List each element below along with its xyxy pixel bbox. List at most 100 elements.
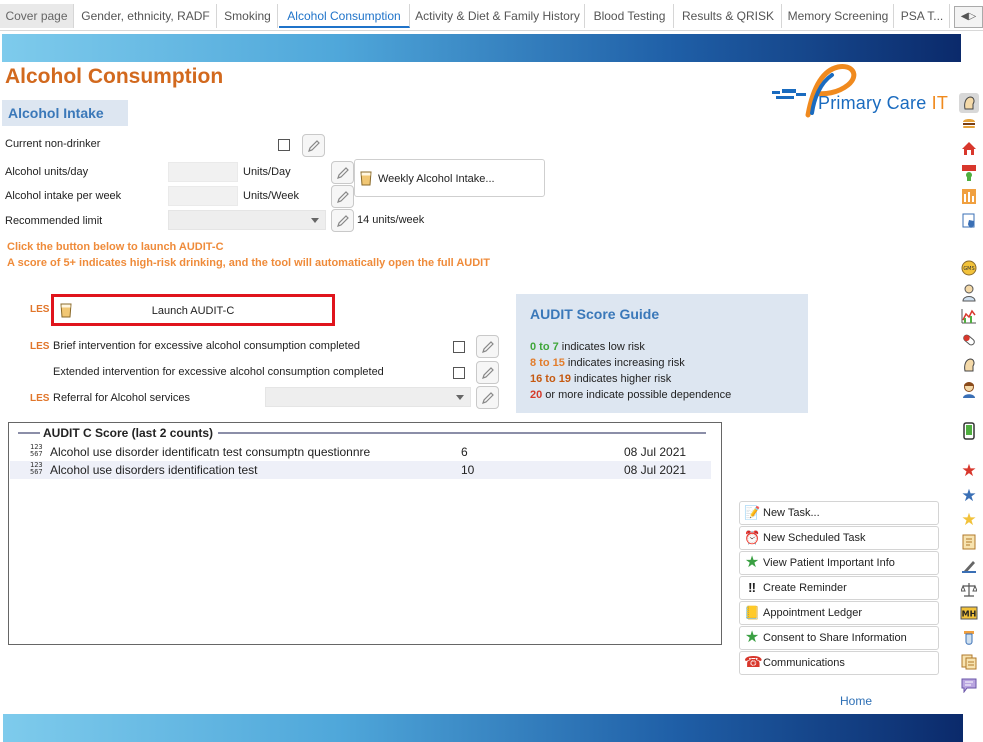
- intake-week-unit: Units/Week: [243, 190, 300, 202]
- exclamation-icon: ‼: [748, 580, 756, 595]
- current-non-drinker-checkbox[interactable]: [278, 139, 290, 151]
- score-value: 10: [461, 463, 475, 477]
- extended-intervention-checkbox[interactable]: [453, 367, 465, 379]
- audit-c-score-title: AUDIT C Score (last 2 counts): [40, 426, 217, 440]
- table-row[interactable]: 123 567 Alcohol use disorders identificat…: [10, 461, 711, 479]
- score-name: Alcohol use disorders identification tes…: [50, 463, 258, 477]
- tab-memory-screening[interactable]: Memory Screening: [783, 4, 894, 28]
- mental-health-icon[interactable]: MH: [959, 606, 979, 626]
- guide-row-dependence: 20 or more indicate possible dependence: [530, 389, 732, 401]
- line-chart-icon[interactable]: [959, 308, 979, 328]
- recommended-limit-value: 14 units/week: [357, 214, 425, 226]
- score-name: Alcohol use disorder identificatn test c…: [50, 445, 371, 459]
- table-row[interactable]: 123 567 Alcohol use disorder identificatn…: [10, 443, 711, 461]
- brief-intervention-checkbox[interactable]: [453, 341, 465, 353]
- guide-row-higher: 16 to 19 indicates higher risk: [530, 373, 672, 385]
- intake-week-edit-button[interactable]: [331, 185, 354, 208]
- score-value: 6: [461, 445, 468, 459]
- scheduled-task-icon: ⏰: [744, 530, 761, 545]
- new-scheduled-task-button[interactable]: ⏰ New Scheduled Task: [739, 526, 939, 550]
- blue-star-icon[interactable]: ★: [959, 486, 979, 506]
- mobile-phone-icon[interactable]: [959, 422, 979, 442]
- brief-intervention-label: Brief intervention for excessive alcohol…: [53, 340, 360, 352]
- appointment-ledger-button[interactable]: 📒 Appointment Ledger: [739, 601, 939, 625]
- home-icon[interactable]: [959, 141, 979, 161]
- chevron-down-icon: [456, 395, 464, 400]
- scales-icon[interactable]: [959, 582, 979, 602]
- tab-activity-diet[interactable]: Activity & Diet & Family History: [411, 4, 585, 28]
- brief-intervention-edit-button[interactable]: [476, 335, 499, 358]
- yellow-star-icon[interactable]: ★: [959, 510, 979, 530]
- score-date: 08 Jul 2021: [624, 445, 687, 459]
- referral-select[interactable]: [265, 387, 471, 407]
- guide-row-low: 0 to 7 indicates low risk: [530, 341, 645, 353]
- create-reminder-button[interactable]: ‼ Create Reminder: [739, 576, 939, 600]
- les-badge: LES: [30, 341, 50, 352]
- tab-alcohol-consumption[interactable]: Alcohol Consumption: [279, 4, 410, 28]
- units-day-input[interactable]: [168, 162, 238, 182]
- page-title: Alcohol Consumption: [5, 65, 224, 88]
- recommended-limit-select[interactable]: [168, 210, 326, 230]
- audit-score-guide: AUDIT Score Guide 0 to 7 indicates low r…: [516, 294, 808, 413]
- les-badge: LES: [30, 304, 50, 315]
- tab-gender-ethnicity[interactable]: Gender, ethnicity, RADF: [75, 4, 217, 28]
- guide-row-increasing: 8 to 15 indicates increasing risk: [530, 357, 685, 369]
- red-star-icon[interactable]: ★: [959, 461, 979, 481]
- chat-icon[interactable]: [959, 678, 979, 698]
- consent-to-share-button[interactable]: ★ Consent to Share Information: [739, 626, 939, 650]
- tab-blood-testing[interactable]: Blood Testing: [586, 4, 674, 28]
- new-task-button[interactable]: 📝 New Task...: [739, 501, 939, 525]
- launch-audit-c-label: Launch AUDIT-C: [151, 305, 235, 317]
- recommended-limit-edit-button[interactable]: [331, 209, 354, 232]
- tab-results-qrisk[interactable]: Results & QRISK: [675, 4, 782, 28]
- logo-text: Primary Care IT: [818, 93, 949, 113]
- current-non-drinker-edit-button[interactable]: [302, 134, 325, 157]
- weekly-alcohol-intake-button[interactable]: Weekly Alcohol Intake...: [354, 159, 545, 197]
- tab-bar: Cover page Gender, ethnicity, RADF Smoki…: [0, 0, 983, 31]
- pencil-icon: [482, 367, 494, 379]
- bmi-chart-icon[interactable]: [959, 164, 979, 184]
- pencil-icon: [308, 140, 320, 152]
- extended-intervention-label: Extended intervention for excessive alco…: [53, 366, 384, 378]
- intake-week-input[interactable]: [168, 186, 238, 206]
- weekly-alcohol-intake-label: Weekly Alcohol Intake...: [378, 173, 495, 185]
- launch-audit-c-button[interactable]: Launch AUDIT-C: [51, 294, 335, 326]
- recommended-limit-label: Recommended limit: [5, 215, 103, 227]
- pill-icon[interactable]: [959, 332, 979, 352]
- home-link[interactable]: Home: [840, 694, 872, 708]
- tab-scroll-arrows[interactable]: ◀▷: [954, 6, 983, 28]
- tab-smoking[interactable]: Smoking: [218, 4, 278, 28]
- score-date: 08 Jul 2021: [624, 463, 687, 477]
- chevron-down-icon: [311, 218, 319, 223]
- extended-intervention-edit-button[interactable]: [476, 361, 499, 384]
- referral-edit-button[interactable]: [476, 386, 499, 409]
- pencil-icon: [337, 167, 349, 179]
- pen-icon[interactable]: [959, 558, 979, 578]
- head-profile-icon[interactable]: [959, 357, 979, 377]
- referral-label: Referral for Alcohol services: [53, 392, 190, 404]
- panel-title-rule: [18, 432, 40, 434]
- test-tube-icon[interactable]: [959, 630, 979, 650]
- burger-icon[interactable]: [959, 116, 979, 136]
- pencil-icon: [482, 341, 494, 353]
- communications-button[interactable]: ☎ Communications: [739, 651, 939, 675]
- panel-title-rule: [218, 432, 706, 434]
- head-profile-icon[interactable]: [959, 93, 979, 113]
- bar-table-icon[interactable]: [959, 188, 979, 208]
- primary-care-it-logo: Primary Care IT: [768, 63, 958, 123]
- green-star-icon: ★: [744, 554, 760, 571]
- view-patient-important-info-button[interactable]: ★ View Patient Important Info: [739, 551, 939, 575]
- clinician-icon[interactable]: [959, 284, 979, 304]
- tab-psa[interactable]: PSA T...: [895, 4, 950, 28]
- ledger-icon: 📒: [744, 605, 761, 620]
- units-day-edit-button[interactable]: [331, 161, 354, 184]
- patient-icon[interactable]: [959, 381, 979, 401]
- gms-icon[interactable]: GMS: [959, 260, 979, 280]
- pencil-icon: [337, 191, 349, 203]
- forms-icon[interactable]: [959, 654, 979, 674]
- shield-document-icon[interactable]: [959, 213, 979, 233]
- document-icon[interactable]: [959, 534, 979, 554]
- les-badge: LES: [30, 393, 50, 404]
- tab-cover-page[interactable]: Cover page: [0, 4, 74, 28]
- task-icon: 📝: [744, 505, 761, 520]
